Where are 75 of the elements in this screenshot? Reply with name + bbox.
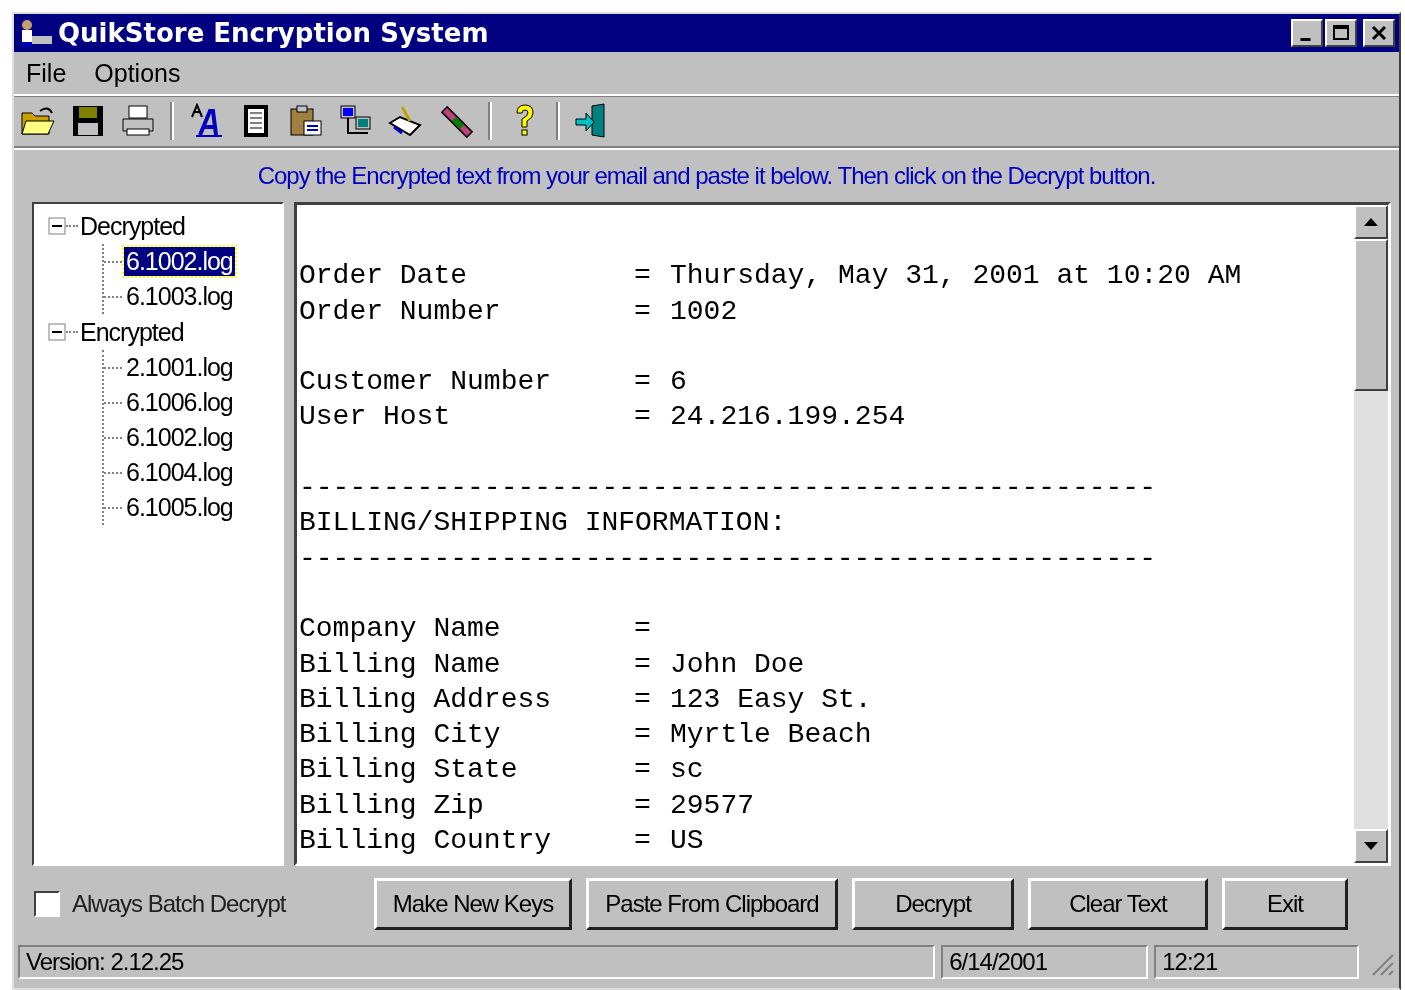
- field-label: Billing City: [299, 719, 502, 753]
- tree-item[interactable]: 6.1006.log: [124, 388, 235, 417]
- tree-item[interactable]: 6.1005.log: [124, 493, 235, 522]
- equals-sign: =: [634, 295, 652, 329]
- minimize-icon: [1299, 37, 1311, 41]
- collapse-icon[interactable]: [48, 217, 66, 235]
- pencil-icon[interactable]: [438, 103, 474, 139]
- field-label: Billing State: [299, 754, 519, 788]
- equals-sign: =: [634, 366, 652, 400]
- field-value: Myrtle Beach: [670, 719, 872, 753]
- scroll-thumb[interactable]: [1354, 239, 1388, 391]
- scroll-down-button[interactable]: [1354, 829, 1388, 863]
- status-panel: Version: 2.12.25: [18, 945, 936, 979]
- field-value: 29577: [670, 789, 754, 823]
- tree-item[interactable]: 2.1001.log: [124, 353, 235, 382]
- status-panel: 6/14/2001: [941, 945, 1149, 979]
- collapse-icon[interactable]: [48, 323, 66, 341]
- checkbox[interactable]: [34, 891, 60, 917]
- scroll-up-button[interactable]: [1354, 205, 1388, 239]
- field-label: Customer Number: [299, 366, 553, 400]
- text-line: BILLING/SHIPPING INFORMATION:: [299, 507, 787, 541]
- field-value: 123 Easy St.: [670, 683, 872, 717]
- maximize-button[interactable]: [1325, 19, 1357, 47]
- tree-item[interactable]: 6.1002.log: [124, 423, 235, 452]
- field-label: Order Number: [299, 295, 502, 329]
- font-icon[interactable]: [188, 103, 224, 139]
- field-label: Billing Name: [299, 648, 502, 682]
- field-value: US: [670, 825, 704, 859]
- equals-sign: =: [634, 754, 652, 788]
- field-label: Billing Address: [299, 683, 553, 717]
- tree-item[interactable]: 6.1003.log: [124, 282, 235, 311]
- clipboard-icon[interactable]: [288, 103, 324, 139]
- equals-sign: =: [634, 683, 652, 717]
- action-button[interactable]: Paste From Clipboard: [586, 878, 838, 930]
- equals-sign: =: [634, 648, 652, 682]
- equals-sign: =: [634, 719, 652, 753]
- maximize-icon: [1331, 23, 1351, 43]
- tree-folder[interactable]: Decrypted: [80, 211, 185, 241]
- vertical-scrollbar[interactable]: [1354, 205, 1388, 863]
- text-line: ---------------------------------------------------: [299, 542, 1156, 576]
- action-button[interactable]: Exit: [1222, 878, 1348, 930]
- text-area[interactable]: [294, 202, 1391, 866]
- checkbox-label[interactable]: Always Batch Decrypt: [72, 890, 286, 918]
- field-label: Billing Zip: [299, 789, 485, 823]
- field-value: 6: [670, 366, 687, 400]
- field-label: Order Date: [299, 260, 469, 294]
- field-label: Billing Country: [299, 825, 553, 859]
- window-title: QuikStore Encryption System: [58, 18, 489, 48]
- field-label: User Host: [299, 401, 452, 435]
- text-line: ---------------------------------------------------: [299, 472, 1156, 506]
- field-value: 1002: [670, 295, 738, 329]
- menu-item[interactable]: File: [26, 58, 67, 88]
- menu-item[interactable]: Options: [94, 58, 181, 88]
- field-value: sc: [670, 754, 704, 788]
- field-value: Thursday, May 31, 2001 at 10:20 AM: [670, 260, 1242, 294]
- field-label: Company Name: [299, 613, 502, 647]
- action-button[interactable]: Clear Text: [1028, 878, 1208, 930]
- field-value: 24.216.199.254: [670, 401, 906, 435]
- equals-sign: =: [634, 401, 652, 435]
- tree-item[interactable]: 6.1002.log: [124, 247, 235, 276]
- action-button[interactable]: Make New Keys: [374, 878, 572, 930]
- action-button[interactable]: Decrypt: [852, 878, 1014, 930]
- equals-sign: =: [634, 613, 652, 647]
- tree-folder[interactable]: Encrypted: [80, 317, 184, 347]
- equals-sign: =: [634, 789, 652, 823]
- minimize-button[interactable]: [1291, 19, 1323, 47]
- tree-item[interactable]: 6.1004.log: [124, 458, 235, 487]
- field-value: John Doe: [670, 648, 805, 682]
- close-icon: [1369, 23, 1389, 43]
- equals-sign: =: [634, 825, 652, 859]
- close-button[interactable]: [1363, 19, 1395, 47]
- status-panel: 12:21: [1154, 945, 1360, 979]
- instruction-text: Copy the Encrypted text from your email and paste it below. Then click on the Decrypt button.: [256, 161, 1157, 191]
- printer-icon[interactable]: [120, 103, 156, 139]
- equals-sign: =: [634, 260, 652, 294]
